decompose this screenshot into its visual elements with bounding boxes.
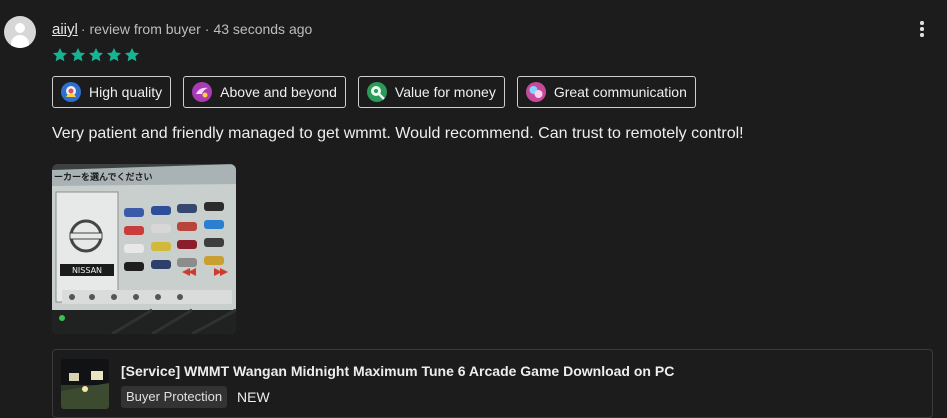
- buyer-protection-badge: Buyer Protection: [121, 386, 228, 408]
- star-rating: [52, 47, 140, 63]
- product-thumbnail: [61, 359, 109, 409]
- photo-banner-text: ーカーを選んでください: [54, 172, 153, 183]
- value-for-money-icon: [366, 82, 387, 102]
- user-avatar-icon[interactable]: [4, 16, 36, 48]
- review-text: Very patient and friendly managed to get…: [52, 125, 744, 142]
- tag-label: High quality: [89, 84, 163, 100]
- tag-label: Value for money: [394, 84, 496, 100]
- tag-label: Great communication: [553, 84, 687, 100]
- separator: ·: [204, 21, 210, 37]
- avatar-body: [11, 35, 29, 48]
- great-communication-icon: [525, 82, 546, 102]
- separator: ·: [80, 21, 86, 37]
- tag-value-for-money[interactable]: Value for money: [357, 76, 505, 108]
- product-condition: NEW: [237, 389, 270, 405]
- tag-high-quality[interactable]: High quality: [52, 76, 172, 108]
- star-icon: [71, 48, 85, 62]
- product-title[interactable]: [Service] WMMT Wangan Midnight Maximum T…: [121, 363, 674, 379]
- review-header: aiiyl · review from buyer · 43 seconds ago: [52, 21, 312, 38]
- star-icon: [53, 48, 67, 62]
- above-and-beyond-icon: [192, 82, 213, 102]
- star-icon: [107, 48, 121, 62]
- tag-great-communication[interactable]: Great communication: [516, 76, 696, 108]
- review-photo[interactable]: ーカーを選んでください NISSAN: [52, 164, 236, 334]
- star-icon: [125, 48, 139, 62]
- product-card[interactable]: [Service] WMMT Wangan Midnight Maximum T…: [52, 349, 933, 418]
- review-source: review from buyer: [89, 21, 201, 37]
- star-icon: [89, 48, 103, 62]
- review-time: 43 seconds ago: [213, 21, 313, 37]
- tag-above-and-beyond[interactable]: Above and beyond: [183, 76, 346, 108]
- tag-label: Above and beyond: [220, 84, 337, 100]
- username-link[interactable]: aiiyl: [52, 21, 78, 38]
- review-tags: High quality Above and beyond Value for …: [52, 76, 696, 108]
- avatar-head: [15, 23, 25, 33]
- vertical-ellipsis-icon[interactable]: [914, 19, 930, 39]
- photo-brand-text: NISSAN: [72, 266, 102, 275]
- high-quality-icon: [61, 82, 81, 102]
